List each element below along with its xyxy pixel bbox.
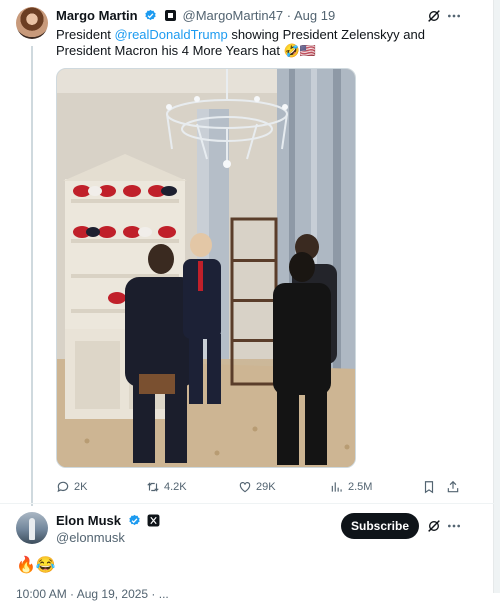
tweet-text: 🔥😂 [16,557,56,574]
bookmark-icon[interactable] [422,480,436,494]
x-logo-icon[interactable] [147,514,160,527]
avatar[interactable] [16,7,48,39]
tweet-divider [0,503,494,504]
grok-icon[interactable] [426,518,442,534]
tweet-text-part: President [56,27,115,42]
share-icon[interactable] [446,480,460,494]
like-button[interactable]: 29K [238,480,276,494]
tweet-photo[interactable] [56,68,356,468]
like-count: 29K [256,481,276,493]
tweet-header: Elon Musk [56,513,160,529]
tweet-header: Margo Martin @MargoMartin47 · Aug 19 [56,8,335,24]
affiliation-badge-icon[interactable] [164,10,176,21]
repost-button[interactable]: 4.2K [146,480,187,494]
tweet-timestamp[interactable]: 10:00 AM · Aug 19, 2025 · ... [16,587,169,601]
tweet-actions-bar: 2K 4.2K 29K 2.5M [56,480,466,496]
right-edge-panel [493,0,500,593]
tweet-text: President @realDonaldTrump showing Presi… [56,27,461,59]
dot-separator: · [286,8,292,23]
repost-icon [147,482,159,492]
heart-icon [239,482,251,493]
reply-button[interactable]: 2K [56,480,87,494]
more-options-icon[interactable] [446,518,462,534]
avatar[interactable] [16,512,48,544]
reply-icon [57,481,69,493]
author-name[interactable]: Margo Martin [56,8,138,23]
author-name[interactable]: Elon Musk [56,513,121,528]
more-options-icon[interactable] [446,8,462,24]
author-handle[interactable]: @elonmusk [56,530,125,546]
photo-scene [57,69,355,467]
reply-count: 2K [74,481,88,493]
mention-link[interactable]: @realDonaldTrump [115,27,228,42]
verified-badge-icon[interactable] [128,514,141,527]
author-handle[interactable]: @MargoMartin47 [183,8,284,23]
subscribe-button[interactable]: Subscribe [341,513,419,539]
tweet-date[interactable]: Aug 19 [294,8,335,23]
grok-icon[interactable] [426,8,442,24]
thread-connector-line [31,46,33,506]
view-count: 2.5M [348,481,373,493]
repost-count: 4.2K [164,481,187,493]
views-button[interactable]: 2.5M [330,480,372,494]
verified-badge-icon[interactable] [144,9,157,22]
analytics-icon [331,482,342,492]
